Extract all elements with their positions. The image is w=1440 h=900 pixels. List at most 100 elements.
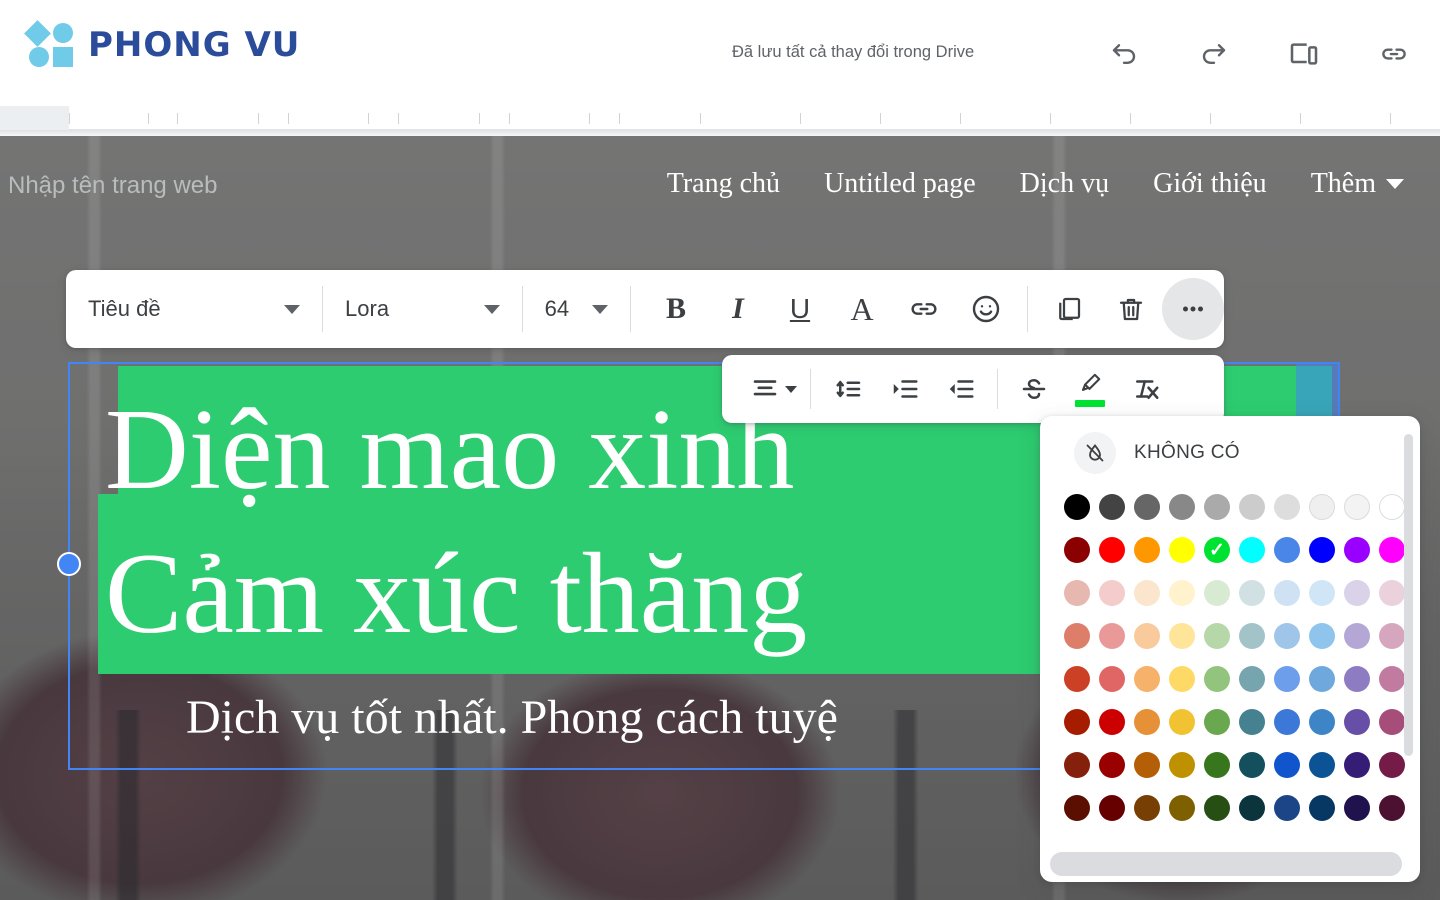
color-swatch[interactable] xyxy=(1239,709,1265,735)
color-swatch[interactable] xyxy=(1099,580,1125,606)
color-swatch[interactable] xyxy=(1274,537,1300,563)
nav-item-gioi-thieu[interactable]: Giới thiệu xyxy=(1153,168,1267,200)
color-swatch[interactable] xyxy=(1309,494,1335,520)
color-swatch[interactable] xyxy=(1169,580,1195,606)
color-swatch[interactable] xyxy=(1274,666,1300,692)
color-swatch[interactable] xyxy=(1134,666,1160,692)
indent-decrease-button[interactable] xyxy=(933,361,989,417)
bold-button[interactable]: B xyxy=(645,278,707,340)
nav-item-them[interactable]: Thêm xyxy=(1311,168,1404,200)
delete-button[interactable] xyxy=(1100,278,1162,340)
font-family-dropdown[interactable]: Lora xyxy=(323,270,522,348)
color-swatch[interactable] xyxy=(1064,623,1090,649)
site-name-input[interactable]: Nhập tên trang web xyxy=(8,172,217,200)
color-swatch[interactable] xyxy=(1099,623,1125,649)
color-picker-footer-bar[interactable] xyxy=(1050,852,1402,876)
color-swatch[interactable] xyxy=(1169,623,1195,649)
color-swatch[interactable] xyxy=(1379,494,1405,520)
color-swatch[interactable] xyxy=(1239,580,1265,606)
line-spacing-button[interactable] xyxy=(821,361,877,417)
color-swatch[interactable] xyxy=(1064,709,1090,735)
color-swatch[interactable] xyxy=(1239,494,1265,520)
color-swatch[interactable] xyxy=(1064,795,1090,821)
color-swatch[interactable] xyxy=(1239,537,1265,563)
color-swatch[interactable] xyxy=(1274,494,1300,520)
indent-increase-button[interactable] xyxy=(877,361,933,417)
color-swatch[interactable] xyxy=(1134,752,1160,778)
color-swatch[interactable]: ✓ xyxy=(1204,537,1230,563)
nav-item-dich-vu[interactable]: Dịch vụ xyxy=(1020,168,1109,200)
color-swatch[interactable] xyxy=(1274,795,1300,821)
color-swatch[interactable] xyxy=(1169,537,1195,563)
color-swatch[interactable] xyxy=(1204,795,1230,821)
color-swatch[interactable] xyxy=(1309,709,1335,735)
color-swatch[interactable] xyxy=(1239,752,1265,778)
highlight-color-picker-panel[interactable]: KHÔNG CÓ ✓ xyxy=(1040,416,1420,882)
color-swatch[interactable] xyxy=(1204,709,1230,735)
highlight-button[interactable] xyxy=(1062,361,1118,417)
color-swatch[interactable] xyxy=(1379,795,1405,821)
color-swatch[interactable] xyxy=(1344,580,1370,606)
color-swatch[interactable] xyxy=(1344,709,1370,735)
color-swatch[interactable] xyxy=(1169,752,1195,778)
color-swatch[interactable] xyxy=(1309,752,1335,778)
nav-item-trang-chu[interactable]: Trang chủ xyxy=(667,168,780,200)
color-swatch[interactable] xyxy=(1134,537,1160,563)
color-swatch[interactable] xyxy=(1274,752,1300,778)
color-swatch[interactable] xyxy=(1204,752,1230,778)
color-swatch[interactable] xyxy=(1204,623,1230,649)
align-button[interactable] xyxy=(736,361,810,417)
hero-subheading[interactable]: Dịch vụ tốt nhất. Phong cách tuyệ xyxy=(186,690,838,745)
color-swatch[interactable] xyxy=(1169,795,1195,821)
color-swatch[interactable] xyxy=(1204,666,1230,692)
color-swatch[interactable] xyxy=(1309,623,1335,649)
color-swatch[interactable] xyxy=(1169,709,1195,735)
undo-icon[interactable] xyxy=(1100,30,1148,78)
color-swatch[interactable] xyxy=(1239,666,1265,692)
brand-logo[interactable]: PHONG VU xyxy=(24,20,300,68)
color-swatch[interactable] xyxy=(1309,666,1335,692)
horizontal-ruler[interactable] xyxy=(0,106,1440,130)
color-swatch[interactable] xyxy=(1239,623,1265,649)
emoji-button[interactable] xyxy=(955,278,1017,340)
color-swatch[interactable] xyxy=(1379,580,1405,606)
color-swatch[interactable] xyxy=(1099,494,1125,520)
italic-button[interactable]: I xyxy=(707,278,769,340)
font-size-dropdown[interactable]: 64 xyxy=(523,270,630,348)
link-icon[interactable] xyxy=(1370,30,1418,78)
strikethrough-button[interactable] xyxy=(1006,361,1062,417)
color-swatch[interactable] xyxy=(1064,537,1090,563)
color-swatch[interactable] xyxy=(1204,494,1230,520)
color-swatch[interactable] xyxy=(1099,709,1125,735)
color-swatch[interactable] xyxy=(1134,623,1160,649)
paragraph-style-dropdown[interactable]: Tiêu đề xyxy=(66,270,322,348)
color-swatch[interactable] xyxy=(1064,580,1090,606)
selection-resize-handle[interactable] xyxy=(57,552,81,576)
color-swatch[interactable] xyxy=(1379,709,1405,735)
color-swatch[interactable] xyxy=(1274,709,1300,735)
color-swatch[interactable] xyxy=(1309,795,1335,821)
color-swatch[interactable] xyxy=(1309,580,1335,606)
clear-format-button[interactable] xyxy=(1118,361,1174,417)
no-color-option[interactable]: KHÔNG CÓ xyxy=(1040,416,1420,484)
color-swatch[interactable] xyxy=(1379,666,1405,692)
text-color-button[interactable]: A xyxy=(831,278,893,340)
color-swatch[interactable] xyxy=(1134,580,1160,606)
color-swatch[interactable] xyxy=(1344,537,1370,563)
duplicate-button[interactable] xyxy=(1038,278,1100,340)
color-swatch[interactable] xyxy=(1169,494,1195,520)
color-swatch[interactable] xyxy=(1134,709,1160,735)
color-swatch[interactable] xyxy=(1344,666,1370,692)
color-swatch[interactable] xyxy=(1344,752,1370,778)
color-swatch[interactable] xyxy=(1099,537,1125,563)
color-swatch[interactable] xyxy=(1344,795,1370,821)
color-swatch[interactable] xyxy=(1169,666,1195,692)
color-picker-scrollbar[interactable] xyxy=(1404,434,1413,756)
color-swatch[interactable] xyxy=(1344,494,1370,520)
color-swatch[interactable] xyxy=(1309,537,1335,563)
link-button[interactable] xyxy=(893,278,955,340)
more-button[interactable] xyxy=(1161,278,1224,340)
color-swatch[interactable] xyxy=(1134,494,1160,520)
color-swatch[interactable] xyxy=(1064,494,1090,520)
color-swatch[interactable] xyxy=(1204,580,1230,606)
